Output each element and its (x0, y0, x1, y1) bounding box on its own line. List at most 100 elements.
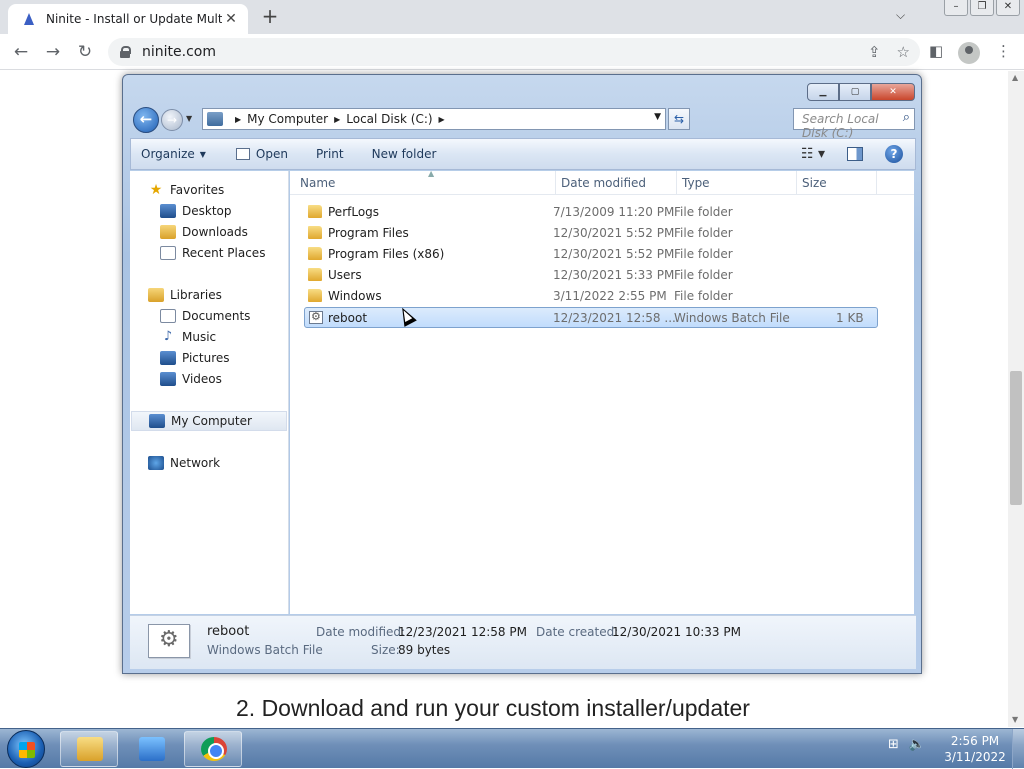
column-name[interactable]: Name (300, 176, 335, 190)
taskbar-chrome-button[interactable] (184, 731, 242, 767)
nav-favorites[interactable]: ★ Favorites (148, 180, 225, 200)
forward-arrow-icon[interactable]: → (42, 42, 64, 64)
address-dropdown-icon[interactable]: ▼ (654, 112, 661, 122)
open-button[interactable]: Open (218, 139, 300, 169)
scroll-thumb[interactable] (1010, 371, 1022, 505)
system-clock[interactable]: 2:56 PM 3/11/2022 (940, 733, 1010, 765)
browser-restore-button[interactable]: ❐ (970, 0, 994, 16)
media-player-icon (139, 737, 165, 761)
downloads-folder-icon (160, 225, 176, 239)
nav-desktop[interactable]: Desktop (160, 201, 232, 221)
new-tab-button[interactable]: + (258, 6, 282, 28)
folder-icon (308, 289, 322, 302)
navigation-pane[interactable]: ★ Favorites Desktop Downloads Recent Pla… (130, 171, 289, 614)
organize-button[interactable]: Organize ▼ (131, 139, 218, 169)
tab-search-chevron-icon[interactable]: ⌵ (896, 8, 905, 23)
column-divider[interactable] (876, 171, 877, 195)
start-button[interactable] (7, 730, 45, 768)
details-pane: reboot Windows Batch File Date modified:… (130, 615, 916, 669)
file-name: Program Files (328, 226, 409, 240)
print-button[interactable]: Print (300, 139, 356, 169)
browser-tab[interactable]: Ninite - Install or Update Multipl ✕ (8, 4, 248, 34)
file-row-program-files[interactable]: Program Files 12/30/2021 5:52 PM File fo… (304, 223, 878, 244)
column-size[interactable]: Size (802, 176, 827, 190)
show-desktop-button[interactable] (1012, 729, 1024, 769)
file-list-pane[interactable]: Name ▲ Date modified Type Size PerfLogs … (290, 169, 914, 614)
open-icon (235, 148, 250, 160)
breadcrumb-my-computer[interactable]: My Computer (247, 112, 328, 126)
nav-recent-places[interactable]: Recent Places (160, 243, 265, 263)
file-row-users[interactable]: Users 12/30/2021 5:33 PM File folder (304, 265, 878, 286)
search-placeholder: Search Local Disk (C:) (802, 112, 879, 140)
menu-kebab-icon[interactable]: ⋮ (996, 42, 1011, 60)
breadcrumb-local-disk[interactable]: Local Disk (C:) (346, 112, 432, 126)
address-bar[interactable]: ninite.com ⇪ ☆ (108, 38, 920, 66)
scroll-up-arrow-icon[interactable]: ▲ (1012, 73, 1018, 82)
taskbar-explorer-button[interactable] (60, 731, 118, 767)
nav-music[interactable]: ♪ Music (160, 327, 216, 347)
column-divider[interactable] (676, 171, 677, 195)
nav-pictures[interactable]: Pictures (160, 348, 230, 368)
file-row-windows[interactable]: Windows 3/11/2022 2:55 PM File folder (304, 286, 878, 307)
side-panel-icon[interactable]: ◧ (929, 42, 943, 60)
explorer-maximize-button[interactable]: ▢ (839, 83, 871, 101)
network-status-icon[interactable]: ⊞ (888, 737, 899, 752)
url-text: ninite.com (142, 44, 216, 60)
scroll-down-arrow-icon[interactable]: ▼ (1012, 715, 1018, 724)
profile-avatar-icon[interactable] (958, 42, 980, 64)
reload-icon[interactable]: ↻ (74, 42, 96, 64)
search-icon[interactable]: ⌕ (903, 110, 910, 125)
file-row-program-files-x86[interactable]: Program Files (x86) 12/30/2021 5:52 PM F… (304, 244, 878, 265)
explorer-minimize-button[interactable]: ▁ (807, 83, 839, 101)
explorer-forward-button[interactable]: → (161, 109, 183, 131)
column-date-modified[interactable]: Date modified (561, 176, 646, 190)
breadcrumb-separator-icon[interactable]: ▶ (235, 115, 241, 124)
taskbar-media-player-button[interactable] (122, 731, 180, 767)
share-icon[interactable]: ⇪ (868, 43, 881, 61)
explorer-close-button[interactable]: ✕ (871, 83, 915, 101)
bookmark-star-icon[interactable]: ☆ (897, 43, 910, 61)
browser-toolbar: ← → ↻ ninite.com ⇪ ☆ ◧ ⋮ (0, 34, 1024, 70)
explorer-window-controls: ▁ ▢ ✕ (807, 83, 915, 101)
explorer-back-button[interactable]: ← (133, 107, 159, 133)
file-date: 12/30/2021 5:33 PM (553, 268, 675, 282)
tab-title: Ninite - Install or Update Multipl (46, 12, 222, 26)
browser-close-button[interactable]: ✕ (996, 0, 1020, 16)
nav-network[interactable]: Network (148, 453, 220, 473)
clock-date: 3/11/2022 (944, 750, 1006, 764)
explorer-refresh-button[interactable]: ⇆ (668, 108, 690, 130)
explorer-search-input[interactable]: Search Local Disk (C:) ⌕ (793, 108, 915, 140)
tab-close-icon[interactable]: ✕ (222, 11, 240, 27)
desktop-icon (160, 204, 176, 218)
volume-icon[interactable]: 🔈 (909, 737, 925, 752)
breadcrumb-separator-icon[interactable]: ▶ (334, 115, 340, 124)
nav-libraries[interactable]: Libraries (148, 285, 222, 305)
explorer-window: ▁ ▢ ✕ ← → ▼ ▶ My Computer ▶ Local Disk (… (122, 74, 922, 674)
column-type[interactable]: Type (682, 176, 710, 190)
details-file-name: reboot (207, 624, 250, 639)
help-icon[interactable]: ? (885, 145, 903, 163)
chrome-icon (201, 737, 227, 761)
file-row-perflogs[interactable]: PerfLogs 7/13/2009 11:20 PM File folder (304, 202, 878, 223)
column-divider[interactable] (555, 171, 556, 195)
browser-minimize-button[interactable]: – (944, 0, 968, 16)
nav-videos[interactable]: Videos (160, 369, 222, 389)
nav-downloads[interactable]: Downloads (160, 222, 248, 242)
change-view-icon[interactable]: ☷ ▾ (801, 146, 825, 162)
nav-my-computer[interactable]: My Computer (131, 411, 287, 431)
music-note-icon: ♪ (163, 329, 173, 344)
lock-icon[interactable] (120, 46, 131, 58)
file-name: Program Files (x86) (328, 247, 445, 261)
page-heading: 2. Download and run your custom installe… (236, 695, 750, 721)
page-scrollbar[interactable]: ▲ ▼ (1008, 71, 1024, 727)
new-folder-button[interactable]: New folder (356, 139, 449, 169)
column-divider[interactable] (796, 171, 797, 195)
back-arrow-icon[interactable]: ← (10, 42, 32, 64)
nav-documents[interactable]: Documents (160, 306, 250, 326)
breadcrumb-separator-icon[interactable]: ▶ (439, 115, 445, 124)
explorer-address-bar[interactable]: ▶ My Computer ▶ Local Disk (C:) ▶ ▼ (202, 108, 666, 130)
file-row-reboot[interactable]: reboot 12/23/2021 12:58 ... Windows Batc… (304, 307, 878, 328)
preview-pane-icon[interactable] (847, 147, 863, 161)
recent-pages-chevron-icon[interactable]: ▼ (186, 114, 192, 123)
batch-file-icon (309, 310, 323, 324)
